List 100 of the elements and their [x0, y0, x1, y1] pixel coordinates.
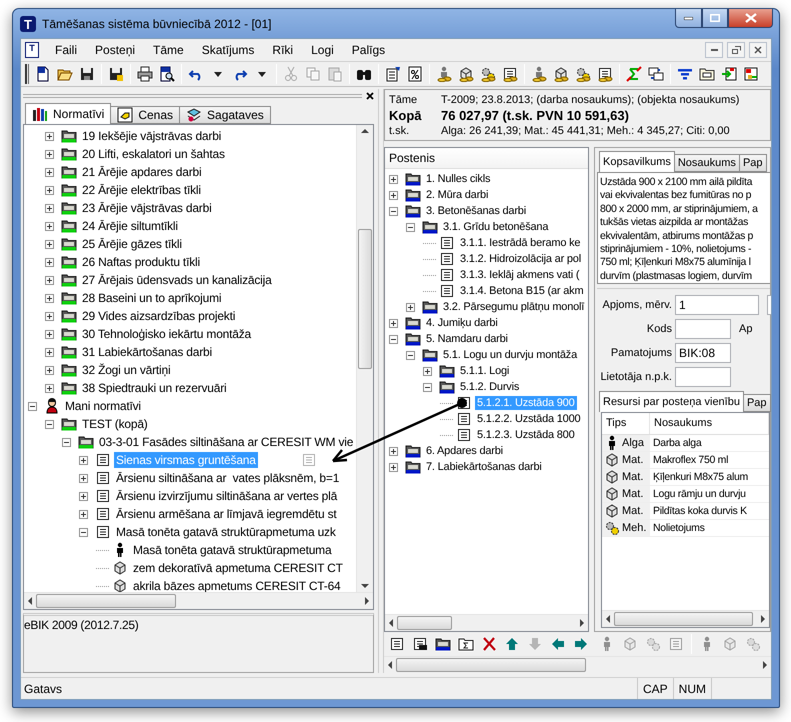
- delete-icon[interactable]: [481, 636, 497, 652]
- collapse-toggle[interactable]: [389, 334, 398, 344]
- tree-item[interactable]: 28 Baseini un to aprīkojumi: [80, 290, 224, 306]
- tab[interactable]: Nosaukums: [674, 154, 740, 172]
- folder-icon[interactable]: [435, 636, 451, 652]
- export-icon[interactable]: [743, 66, 759, 82]
- restore-button[interactable]: [727, 42, 745, 58]
- document-coins-icon[interactable]: [597, 66, 613, 82]
- tree-item[interactable]: 24 Ārējie siltumtīkli: [80, 218, 180, 234]
- print-preview-icon[interactable]: [159, 66, 175, 82]
- document-machine-icon[interactable]: [412, 636, 428, 652]
- percent-icon[interactable]: [407, 66, 423, 82]
- expand-toggle[interactable]: [45, 150, 54, 158]
- tree-item[interactable]: 26 Naftas produktu tīkli: [80, 254, 202, 270]
- tree-item[interactable]: zem dekoratīvā apmetuma CERESIT CT: [131, 560, 345, 576]
- collapse-toggle[interactable]: [79, 528, 88, 536]
- horizontal-scrollbar[interactable]: [602, 610, 769, 627]
- sum-document-icon[interactable]: [458, 636, 474, 652]
- tree-item[interactable]: 5.1.2. Durvis: [458, 380, 522, 394]
- horizontal-scrollbar[interactable]: [384, 656, 771, 673]
- expand-toggle[interactable]: [389, 318, 398, 328]
- tree-item[interactable]: 20 Lifti, eskalatori un šahtas: [80, 146, 227, 162]
- expand-toggle[interactable]: [406, 302, 415, 312]
- expand-toggle[interactable]: [45, 366, 54, 374]
- tree-item[interactable]: Mani normatīvi: [63, 398, 143, 414]
- tree-item[interactable]: 22 Ārējie elektrības tīkli: [80, 182, 203, 198]
- input-field[interactable]: [675, 367, 731, 387]
- tree-item[interactable]: Masā tonēta gatavā struktūrapmetuma: [131, 542, 334, 558]
- tree-item[interactable]: 19 Iekšējie vājstrāvas darbi: [80, 128, 224, 144]
- tree-item[interactable]: 4. Jumiķu darbi: [424, 316, 500, 330]
- horizontal-scrollbar[interactable]: [24, 592, 373, 609]
- swap-icon[interactable]: [648, 66, 664, 82]
- tab[interactable]: Kopsavilkums: [599, 151, 675, 172]
- tab[interactable]: Cenas: [110, 106, 180, 124]
- printer-icon[interactable]: [137, 66, 153, 82]
- horizontal-scrollbar[interactable]: [385, 614, 588, 631]
- expand-toggle[interactable]: [389, 462, 398, 472]
- input-field[interactable]: 1: [675, 295, 759, 315]
- expand-toggle[interactable]: [389, 174, 398, 184]
- tree-item[interactable]: Ārsienu armēšana ar līmjavā iegremdētu st: [114, 506, 339, 522]
- tree-item[interactable]: TEST (kopā): [80, 416, 150, 432]
- expand-toggle[interactable]: [423, 366, 432, 376]
- person-coins-icon[interactable]: [531, 66, 547, 82]
- tree-item[interactable]: 03-3-01 Fasādes siltināšana ar CERESIT WM vie: [97, 434, 356, 450]
- minimize-button[interactable]: [705, 42, 723, 58]
- tab[interactable]: Resursi par posteņa vienību: [599, 391, 744, 412]
- menu-item[interactable]: Skatījums: [194, 41, 262, 59]
- tree-item[interactable]: Masā tonēta gatavā struktūrapmetuma uzk: [114, 524, 338, 540]
- expand-toggle[interactable]: [45, 186, 54, 194]
- expand-toggle[interactable]: [45, 222, 54, 230]
- tree-item[interactable]: 25 Ārējie gāzes tīkli: [80, 236, 184, 252]
- new-document-icon[interactable]: [35, 66, 51, 82]
- expand-toggle[interactable]: [45, 132, 54, 140]
- menu-item[interactable]: Palīgs: [344, 41, 394, 59]
- gears-coins-icon[interactable]: [480, 66, 496, 82]
- collapse-toggle[interactable]: [28, 402, 37, 410]
- up-arrow-icon[interactable]: [504, 636, 520, 652]
- tree-item[interactable]: 2. Mūra darbi: [424, 188, 490, 202]
- tree-item[interactable]: 32 Žogi un vārtiņi: [80, 362, 172, 378]
- column-header[interactable]: Tips: [602, 413, 650, 434]
- expand-toggle[interactable]: [45, 330, 54, 338]
- tab[interactable]: Pap: [738, 154, 767, 172]
- tree-item[interactable]: 1. Nulles cikls: [424, 172, 492, 186]
- expand-toggle[interactable]: [79, 492, 88, 500]
- vertical-scrollbar[interactable]: [356, 125, 373, 592]
- tree-item[interactable]: Ārsienu izvirzījumu siltināšana ar vertes plā: [114, 488, 340, 504]
- tree-item[interactable]: Ārsienu siltināšana ar vates plāksnēm, b=1: [114, 470, 342, 486]
- tree-item[interactable]: 3.1.4. Betona B15 (ar akm: [458, 284, 586, 298]
- tree-item[interactable]: 31 Labiekārtošanas darbi: [80, 344, 214, 360]
- expand-toggle[interactable]: [45, 384, 54, 392]
- tree-item[interactable]: 3.1. Grīdu betonēšana: [441, 220, 550, 234]
- column-header[interactable]: Nosaukums: [650, 413, 769, 434]
- tree-item[interactable]: 5.1.1. Logi: [458, 364, 512, 378]
- tree-item[interactable]: 3.1.3. Ieklāj akmens vati (: [458, 268, 582, 282]
- tree-item[interactable]: 7. Labiekārtošanas darbi: [424, 460, 544, 474]
- sigma-icon[interactable]: [626, 66, 642, 82]
- close-icon[interactable]: [366, 92, 374, 100]
- collapse-toggle[interactable]: [62, 438, 71, 446]
- collapse-toggle[interactable]: [406, 350, 415, 360]
- expand-toggle[interactable]: [79, 474, 88, 482]
- expand-toggle[interactable]: [389, 190, 398, 200]
- expand-toggle[interactable]: [389, 446, 398, 456]
- gears-coins-icon[interactable]: [575, 66, 591, 82]
- list-document-icon[interactable]: [389, 636, 405, 652]
- tree-item[interactable]: 3.2. Pārsegumu plātņu monolī: [441, 300, 586, 314]
- menu-item[interactable]: Posteņi: [87, 41, 144, 59]
- menu-item[interactable]: Tāme: [145, 41, 192, 59]
- collapse-toggle[interactable]: [423, 382, 432, 392]
- expand-toggle[interactable]: [79, 510, 88, 518]
- document-coins-icon[interactable]: [502, 66, 518, 82]
- tree-item[interactable]: 6. Apdares darbi: [424, 444, 505, 458]
- menu-item[interactable]: Rīki: [264, 41, 302, 59]
- collapse-toggle[interactable]: [406, 222, 415, 232]
- minimize-button[interactable]: [675, 9, 702, 28]
- close-button[interactable]: [749, 42, 767, 58]
- expand-toggle[interactable]: [79, 456, 88, 464]
- tree-item[interactable]: 30 Tehnoloģisko iekārtu montāža: [80, 326, 254, 342]
- filter-icon[interactable]: [677, 66, 693, 82]
- left-arrow-icon[interactable]: [550, 636, 566, 652]
- expand-toggle[interactable]: [45, 276, 54, 284]
